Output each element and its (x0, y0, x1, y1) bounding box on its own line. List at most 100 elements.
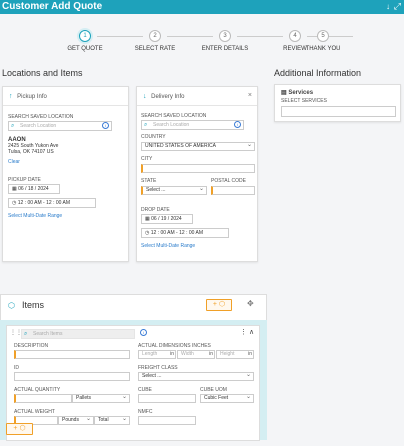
drop-time-value: 12 : 00 AM - 12 : 00 AM (150, 230, 204, 236)
pickup-header: ↑ Pickup Info (3, 87, 128, 106)
pickup-address: AAON 2425 South Yukon Ave Tulsa, OK 7410… (8, 137, 58, 155)
title-bar: Customer Add Quote ↓ ⤢ (0, 0, 404, 14)
info-icon[interactable]: i (102, 122, 109, 129)
step-label: THANK YOU (305, 46, 341, 52)
weight-unit-select[interactable]: Pounds (58, 416, 94, 425)
step-label: GET QUOTE (67, 46, 103, 52)
locations-heading: Locations and Items (2, 68, 83, 78)
nmfc-input[interactable] (138, 416, 196, 425)
search-placeholder: Search Items (33, 331, 63, 337)
delivery-multi-date-link[interactable]: Select Multi-Date Range (141, 243, 195, 249)
pickup-date-input[interactable]: ▦ 06 / 18 / 2024 (8, 184, 60, 194)
postal-label: POSTAL CODE (211, 178, 247, 184)
search-icon: ⌕ (144, 122, 148, 128)
collapse-icon[interactable]: ∧ (249, 328, 254, 336)
nmfc-label: NMFC (138, 409, 153, 415)
clear-link[interactable]: Clear (8, 159, 20, 165)
postal-code-input[interactable] (211, 186, 255, 195)
step-thank-you[interactable]: 5 THANK YOU (288, 30, 358, 52)
delivery-search-input[interactable]: ⌕ Search Location i (141, 120, 244, 130)
drop-date-label: DROP DATE (141, 207, 170, 213)
search-icon: ⌕ (11, 123, 15, 129)
arrow-up-icon: ↑ (9, 93, 13, 100)
expand-icon[interactable]: ⤢ (394, 1, 401, 12)
services-label: SELECT SERVICES (281, 98, 327, 104)
width-input[interactable]: Width in (177, 350, 215, 359)
pickup-multi-date-link[interactable]: Select Multi-Date Range (8, 213, 62, 219)
add-item-button[interactable]: + ⬡ (206, 299, 232, 311)
city-input[interactable] (141, 164, 255, 173)
delivery-card: ↓ Delivery Info × SEARCH SAVED LOCATION … (136, 86, 258, 262)
window-title: Customer Add Quote (2, 1, 103, 12)
delivery-title: Delivery Info (151, 94, 185, 100)
info-icon[interactable]: i (234, 121, 241, 128)
step-enter-details[interactable]: 3 ENTER DETAILS (190, 30, 260, 52)
width-unit: in (209, 351, 213, 357)
add-item-bottom-button[interactable]: + ⬡ (6, 423, 33, 435)
quantity-input[interactable] (14, 394, 72, 403)
cube-input[interactable] (138, 394, 196, 403)
pickup-date-label: PICKUP DATE (8, 177, 41, 183)
weight-type-select[interactable]: Total (94, 416, 130, 425)
step-get-quote[interactable]: 1 GET QUOTE (50, 30, 120, 52)
dimensions-label: ACTUAL DIMENSIONS INCHES (138, 343, 211, 349)
pickup-time-value: 12 : 00 AM - 12 : 00 AM (17, 200, 71, 206)
pickup-time-input[interactable]: ◷ 12 : 00 AM - 12 : 00 AM (8, 198, 96, 208)
services-select[interactable] (281, 106, 396, 117)
length-input[interactable]: Length in (138, 350, 176, 359)
description-label: DESCRIPTION (14, 343, 49, 349)
progress-stepper: 1 GET QUOTE 2 SELECT RATE 3 ENTER DETAIL… (55, 30, 355, 56)
state-label: STATE (141, 178, 157, 184)
cube-icon: ⬡ (8, 301, 15, 310)
length-unit: in (170, 351, 174, 357)
services-card: ▤ Services SELECT SERVICES (274, 84, 401, 122)
step-number: 1 (79, 30, 91, 42)
info-icon[interactable]: i (140, 329, 147, 336)
freight-class-label: FREIGHT CLASS (138, 365, 178, 371)
freight-class-select[interactable]: Select ... (138, 372, 254, 381)
step-number: 2 (149, 30, 161, 42)
quantity-label: ACTUAL QUANTITY (14, 387, 61, 393)
country-label: COUNTRY (141, 134, 166, 140)
cube-label: CUBE (138, 387, 152, 393)
height-placeholder: Height (220, 351, 235, 357)
close-icon[interactable]: × (248, 92, 252, 99)
move-icon[interactable]: ✥ (247, 299, 254, 308)
step-select-rate[interactable]: 2 SELECT RATE (120, 30, 190, 52)
item-search-input[interactable]: ⌕ Search Items (21, 329, 135, 339)
pickup-address-line2: Tulsa, OK 74107 US (8, 149, 54, 155)
services-title-text: Services (288, 90, 314, 96)
delivery-search-label: SEARCH SAVED LOCATION (141, 113, 207, 119)
step-label: ENTER DETAILS (201, 46, 249, 52)
id-label: ID (14, 365, 19, 371)
services-title: ▤ Services (281, 89, 313, 96)
search-placeholder: Search Location (153, 122, 190, 128)
step-label: SELECT RATE (134, 46, 176, 52)
step-number: 3 (219, 30, 231, 42)
more-options-icon[interactable]: ⋮ (240, 328, 247, 336)
height-input[interactable]: Height in (216, 350, 254, 359)
pickup-card: ↑ Pickup Info SEARCH SAVED LOCATION ⌕ Se… (2, 86, 129, 262)
state-select[interactable]: Select ... (141, 186, 207, 195)
width-placeholder: Width (181, 351, 194, 357)
drop-date-input[interactable]: ▦ 06 / 19 / 2024 (141, 214, 193, 224)
cube-uom-select[interactable]: Cubic Feet (200, 394, 254, 403)
description-input[interactable] (14, 350, 130, 359)
country-select[interactable]: UNITED STATES OF AMERICA (141, 142, 255, 151)
pickup-title: Pickup Info (17, 94, 47, 100)
weight-label: ACTUAL WEIGHT (14, 409, 55, 415)
additional-heading: Additional Information (274, 68, 362, 78)
pickup-search-label: SEARCH SAVED LOCATION (8, 114, 74, 120)
id-input[interactable] (14, 372, 130, 381)
search-icon: ⌕ (24, 331, 28, 337)
arrow-down-icon: ↓ (143, 93, 147, 100)
quantity-unit-select[interactable]: Pallets (72, 394, 130, 403)
download-icon[interactable]: ↓ (386, 2, 390, 11)
pickup-search-input[interactable]: ⌕ Search Location i (8, 121, 112, 131)
length-placeholder: Length (142, 351, 158, 357)
drop-time-input[interactable]: ◷ 12 : 00 AM - 12 : 00 AM (141, 228, 229, 238)
item-card: ⋮⋮ ⌕ Search Items i ⋮ ∧ DESCRIPTION ACTU… (6, 325, 260, 441)
pickup-date-value: 06 / 18 / 2024 (18, 186, 49, 192)
height-unit: in (248, 351, 252, 357)
city-label: CITY (141, 156, 153, 162)
